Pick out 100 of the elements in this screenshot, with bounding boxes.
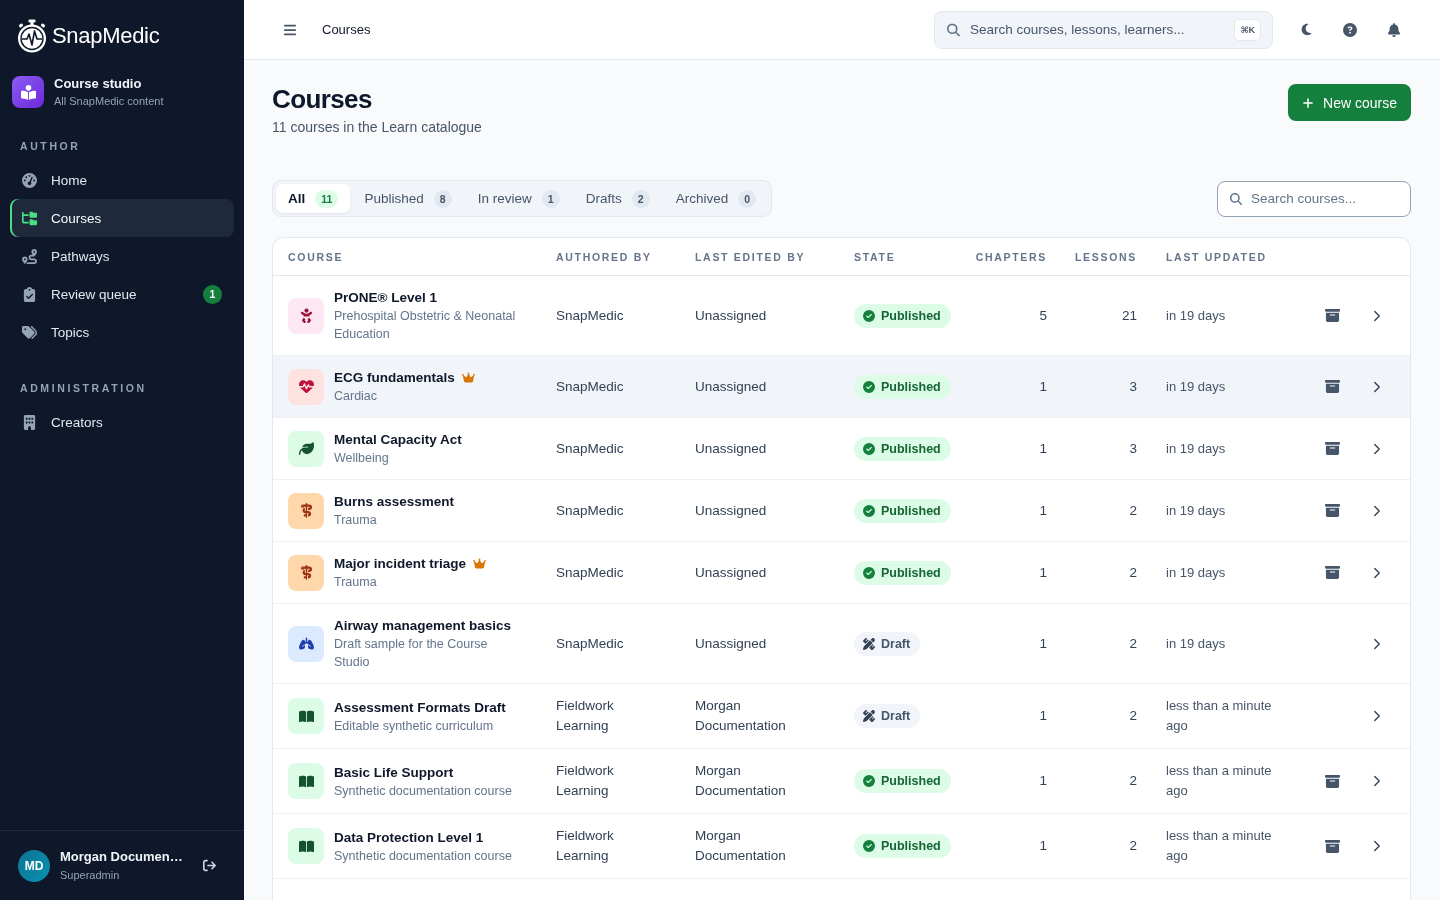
column-header: STATE <box>853 250 897 263</box>
tags-icon <box>22 324 37 340</box>
archive-button[interactable] <box>1325 773 1340 789</box>
updated-cell-text: less than a minute ago <box>1165 697 1273 735</box>
column-header: LAST EDITED BY <box>694 250 807 263</box>
author-cell-text: SnapMedic <box>555 563 625 582</box>
moon-icon <box>1299 23 1313 36</box>
logout-icon <box>203 859 216 872</box>
archive-icon <box>1325 565 1340 580</box>
filter-tab[interactable]: In review 1 <box>465 184 572 213</box>
page-subtitle: 11 courses in the Learn catalogue <box>272 118 482 137</box>
status-badge: Published <box>854 560 951 585</box>
course-subtitle: Trauma <box>334 574 378 591</box>
lessons-cell-text: 3 <box>1128 439 1138 458</box>
workspace-subtitle: All SnapMedic content <box>54 94 164 109</box>
author-cell-text: SnapMedic <box>555 501 625 520</box>
pen-ruler-icon <box>863 710 875 722</box>
filter-tab[interactable]: Drafts 2 <box>573 184 662 213</box>
author-cell-text: Fieldwork Learning <box>555 827 615 865</box>
book-reader-icon <box>12 76 44 108</box>
nav-item[interactable]: Home <box>10 161 234 199</box>
author-cell-text: SnapMedic <box>555 634 625 653</box>
editor-cell-text: Morgan Documentation <box>694 827 787 865</box>
filter-tab[interactable]: All 11 <box>276 184 351 213</box>
course-title: PrONE® Level 1 <box>334 289 437 307</box>
stopwatch-icon <box>16 19 48 53</box>
column-header: AUTHORED BY <box>555 250 653 263</box>
workspace-title: Course studio <box>54 75 143 92</box>
open-book-icon <box>288 763 324 799</box>
status-badge: Published <box>854 769 951 793</box>
nav-item[interactable]: Topics <box>10 313 234 351</box>
section-label: ADMINISTRATION <box>19 381 148 396</box>
search-icon <box>947 23 960 36</box>
editor-cell-text: Unassigned <box>694 377 768 396</box>
chapters-cell-text: 1 <box>1038 707 1048 725</box>
clipboard-check-icon <box>22 286 37 302</box>
author-cell-text: Fieldwork Learning <box>555 762 615 800</box>
archive-button[interactable] <box>1325 565 1340 580</box>
archive-icon <box>1325 503 1340 518</box>
tab-count: 0 <box>738 189 757 208</box>
status-badge: Draft <box>854 631 921 656</box>
nav-item[interactable]: Review queue 1 <box>10 275 234 313</box>
baby-icon <box>288 297 324 334</box>
column-header: LAST UPDATED <box>1165 250 1268 263</box>
updated-cell-text: less than a minute ago <box>1165 827 1273 865</box>
chapters-cell-text: 1 <box>1038 439 1048 458</box>
count-badge: 1 <box>203 284 222 304</box>
archive-icon <box>1325 308 1340 323</box>
nav-item[interactable]: Creators <box>10 403 234 441</box>
editor-cell-text: Morgan Documentation <box>694 697 787 735</box>
filter-tab[interactable]: Archived 0 <box>663 184 769 213</box>
tab-count: 11 <box>315 189 339 208</box>
course-title: Basic Life Support <box>334 763 454 782</box>
user-role: Superadmin <box>60 868 121 882</box>
author-cell-text: SnapMedic <box>555 306 625 325</box>
course-title: Assessment Formats Draft <box>334 698 506 717</box>
status-badge: Published <box>854 303 951 328</box>
new-course-button[interactable]: New course <box>1288 84 1411 121</box>
course-subtitle: Synthetic documentation course <box>334 847 512 865</box>
tab-count: 1 <box>541 189 560 208</box>
editor-cell-text: Unassigned <box>694 501 768 520</box>
nav-item[interactable]: Courses <box>10 199 234 237</box>
updated-cell-text: in 19 days <box>1165 377 1227 396</box>
updated-cell-text: in 19 days <box>1165 439 1227 458</box>
archive-button[interactable] <box>1325 838 1340 854</box>
author-cell-text: Fieldwork Learning <box>555 697 615 735</box>
snake-staff-icon <box>288 492 324 529</box>
section-label: AUTHOR <box>19 139 82 154</box>
table-row[interactable]: ECG fundamentals Cardiac SnapMedic Unassigned Published 1 3 in 19 days <box>273 356 1410 418</box>
lessons-cell-text: 3 <box>1128 377 1138 396</box>
building-icon <box>22 414 37 430</box>
status-badge: Draft <box>854 704 921 728</box>
chapters-cell-text: 1 <box>1038 634 1048 653</box>
archive-button[interactable] <box>1325 308 1340 323</box>
route-icon <box>22 248 37 264</box>
updated-cell-text: less than a minute ago <box>1165 762 1273 800</box>
author-cell-text: SnapMedic <box>555 377 625 396</box>
column-header: LESSONS <box>1073 250 1138 263</box>
archive-button[interactable] <box>1325 503 1340 518</box>
status-badge: Published <box>854 436 951 461</box>
course-subtitle: Trauma <box>334 512 378 529</box>
course-subtitle: Synthetic documentation course <box>334 782 512 800</box>
course-title: ECG fundamentals <box>334 369 455 387</box>
filter-tab[interactable]: Published 8 <box>352 184 464 213</box>
course-subtitle: Prehospital Obstetric & Neonatal Education <box>334 308 517 343</box>
course-subtitle: Editable synthetic curriculum <box>334 717 495 735</box>
lessons-cell-text: 2 <box>1128 707 1138 725</box>
course-search-field[interactable]: Search courses... <box>1217 180 1411 217</box>
lessons-cell-text: 2 <box>1128 772 1138 790</box>
plus-icon <box>1302 96 1315 109</box>
editor-cell-text: Unassigned <box>694 563 768 582</box>
lessons-cell-text: 21 <box>1120 306 1138 325</box>
archive-button[interactable] <box>1325 441 1340 456</box>
nav-item[interactable]: Pathways <box>10 237 234 275</box>
chapters-cell-text: 1 <box>1038 772 1048 790</box>
page-title: Courses <box>272 84 373 114</box>
column-header: COURSE <box>287 250 345 263</box>
lungs-icon <box>288 625 324 662</box>
archive-button[interactable] <box>1325 379 1340 394</box>
chapters-cell-text: 1 <box>1038 837 1048 855</box>
